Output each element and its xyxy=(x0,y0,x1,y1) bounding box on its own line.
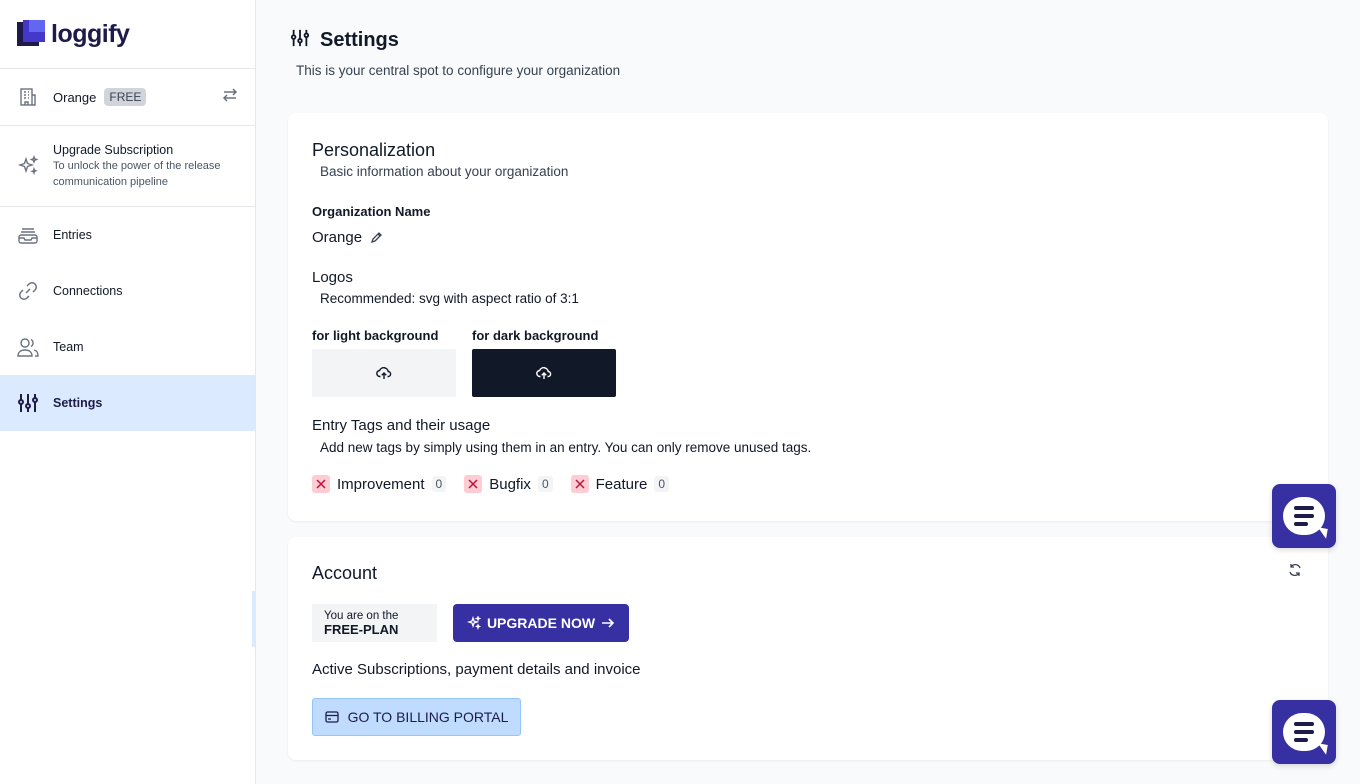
plan-prefix: You are on the xyxy=(324,610,399,622)
light-logo-upload[interactable] xyxy=(312,349,456,397)
sidebar-item-label: Entries xyxy=(53,228,92,242)
org-name-field[interactable]: Orange xyxy=(312,229,383,246)
page-title: Settings xyxy=(320,29,399,51)
sidebar-item-team[interactable]: Team xyxy=(0,319,255,375)
sliders-icon xyxy=(290,28,310,53)
remove-tag-icon[interactable] xyxy=(312,475,330,493)
current-plan-box: You are on the FREE-PLAN xyxy=(312,604,437,642)
logos-title: Logos xyxy=(312,269,353,286)
stack-icon xyxy=(17,224,39,246)
sidebar-item-entries[interactable]: Entries xyxy=(0,207,255,263)
upgrade-subtitle: To unlock the power of the release commu… xyxy=(53,159,221,188)
upgrade-title: Upgrade Subscription xyxy=(53,142,174,157)
account-card: Account You are on the FREE-PLAN UPGRADE… xyxy=(288,537,1328,760)
building-icon xyxy=(17,86,39,108)
dark-logo-upload[interactable] xyxy=(472,349,616,397)
tag-count: 0 xyxy=(537,476,553,492)
swap-arrows-icon[interactable] xyxy=(221,86,239,109)
tag-chip: Bugfix 0 xyxy=(464,472,553,496)
brand-row[interactable]: loggify xyxy=(0,0,255,69)
remove-tag-icon[interactable] xyxy=(464,475,483,493)
link-icon xyxy=(17,280,39,302)
arrow-right-icon xyxy=(602,618,615,628)
dark-logo-label: for dark background xyxy=(472,328,599,343)
upgrade-subscription-link[interactable]: Upgrade Subscription To unlock the power… xyxy=(0,126,255,207)
sidebar-item-settings[interactable]: Settings xyxy=(0,375,255,431)
sparkles-icon xyxy=(466,616,481,630)
sparkles-icon xyxy=(17,155,39,177)
users-icon xyxy=(17,336,39,358)
upgrade-now-label: UPGRADE NOW xyxy=(486,615,596,631)
account-title: Account xyxy=(312,563,378,583)
page-subtitle: This is your central spot to configure y… xyxy=(296,63,621,78)
org-name: Orange xyxy=(53,89,97,105)
pencil-icon[interactable] xyxy=(370,231,383,244)
sidebar-item-connections[interactable]: Connections xyxy=(0,263,255,319)
tag-chip: Feature 0 xyxy=(570,472,670,496)
tag-count: 0 xyxy=(654,476,670,492)
personalization-card: Personalization Basic information about … xyxy=(288,113,1328,521)
remove-tag-icon[interactable] xyxy=(570,475,589,493)
org-name-value: Orange xyxy=(312,229,363,246)
billing-portal-button[interactable]: GO TO BILLING PORTAL xyxy=(312,698,521,736)
main-content: Settings This is your central spot to co… xyxy=(256,0,1360,784)
billing-text: Active Subscriptions, payment details an… xyxy=(312,661,641,678)
sidebar: loggify Orange FREE Upgrade Subscription xyxy=(0,0,256,784)
tag-label: Bugfix xyxy=(489,475,531,493)
refresh-icon[interactable] xyxy=(1288,563,1302,582)
personalization-subtitle: Basic information about your organizatio… xyxy=(320,164,569,179)
sidebar-item-label: Settings xyxy=(53,396,103,410)
sidebar-item-label: Team xyxy=(53,340,84,354)
light-logo-label: for light background xyxy=(312,328,439,343)
org-switcher[interactable]: Orange FREE xyxy=(0,69,255,126)
sidebar-item-label: Connections xyxy=(53,284,123,298)
credit-card-icon xyxy=(324,711,339,723)
personalization-title: Personalization xyxy=(312,140,436,160)
tag-count: 0 xyxy=(431,476,447,492)
sliders-icon xyxy=(17,392,39,414)
page-header: Settings xyxy=(290,28,399,53)
logos-hint: Recommended: svg with aspect ratio of 3:… xyxy=(320,291,579,306)
upgrade-now-button[interactable]: UPGRADE NOW xyxy=(453,604,629,642)
plan-badge: FREE xyxy=(104,88,147,106)
chat-widget-button[interactable] xyxy=(1272,484,1336,548)
chat-icon xyxy=(1283,713,1325,751)
tag-label: Feature xyxy=(595,475,648,493)
chat-icon xyxy=(1283,497,1325,535)
tag-chip: Improvement 0 xyxy=(312,472,447,496)
tag-list: Improvement 0 Bugfix 0 Feature 0 xyxy=(312,472,670,496)
upload-cloud-icon xyxy=(376,367,392,379)
brand-name: loggify xyxy=(51,19,130,48)
billing-portal-label: GO TO BILLING PORTAL xyxy=(347,709,509,725)
logo-mark-icon xyxy=(17,20,45,48)
tags-title: Entry Tags and their usage xyxy=(312,417,491,434)
org-name-label: Organization Name xyxy=(312,204,431,219)
tags-hint: Add new tags by simply using them in an … xyxy=(320,440,812,455)
tag-label: Improvement xyxy=(337,475,425,493)
plan-name: FREE-PLAN xyxy=(324,622,399,637)
sidebar-scrollbar[interactable] xyxy=(252,591,255,647)
upload-cloud-icon xyxy=(536,367,552,379)
chat-widget-button[interactable] xyxy=(1272,700,1336,764)
